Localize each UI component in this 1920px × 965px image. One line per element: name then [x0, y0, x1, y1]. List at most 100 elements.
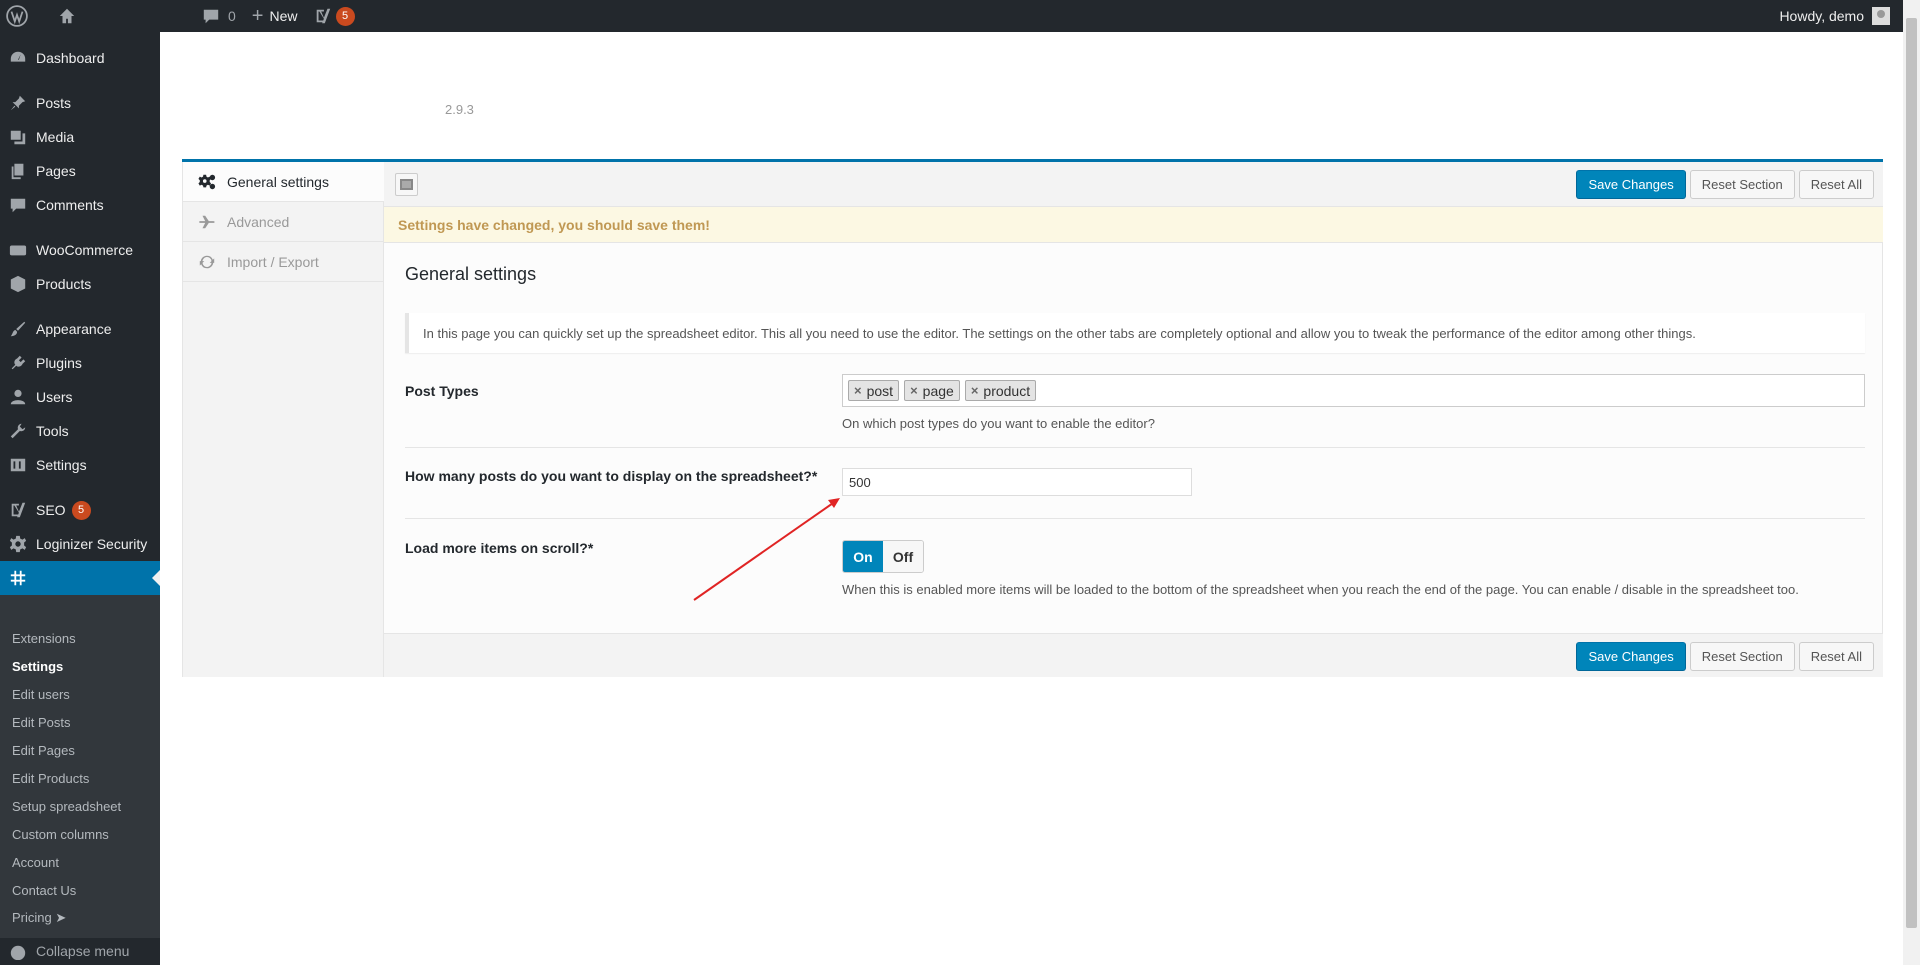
- scrollbar-thumb[interactable]: [1906, 18, 1917, 928]
- tab-label: Import / Export: [227, 253, 319, 270]
- load-more-row: Load more items on scroll?* On Off When …: [405, 519, 1865, 619]
- seo-count-badge: 5: [71, 500, 91, 520]
- settings-main: Save Changes Reset Section Reset All Set…: [384, 162, 1883, 677]
- tag-post[interactable]: × post: [848, 380, 900, 401]
- gear-icon: [8, 534, 28, 554]
- reset-section-button[interactable]: Reset Section: [1689, 170, 1795, 199]
- menu-item-media[interactable]: Media: [0, 120, 160, 154]
- dashboard-gauge-icon: [8, 48, 28, 68]
- menu-item-spreadsheet-plugin[interactable]: [0, 561, 160, 595]
- menu-item-loginizer[interactable]: Loginizer Security: [0, 527, 160, 561]
- menu-label: Collapse menu: [36, 943, 130, 959]
- page-scrollbar[interactable]: [1903, 0, 1920, 965]
- comment-bubble-icon: [8, 195, 28, 215]
- remove-tag-icon[interactable]: ×: [910, 383, 918, 398]
- submenu-edit-users[interactable]: Edit users: [0, 680, 160, 708]
- comments-button[interactable]: 0: [194, 0, 244, 32]
- menu-item-comments[interactable]: Comments: [0, 188, 160, 222]
- avatar: [1872, 7, 1890, 25]
- yoast-seo-icon: [8, 500, 28, 520]
- submenu-settings[interactable]: Settings: [0, 652, 160, 680]
- description-text: In this page you can quickly set up the …: [423, 325, 1696, 341]
- menu-label: Dashboard: [36, 50, 105, 66]
- seo-toolbar-button[interactable]: 5: [306, 0, 363, 32]
- media-icon: [8, 127, 28, 147]
- submenu-edit-posts[interactable]: Edit Posts: [0, 708, 160, 736]
- tab-label: General settings: [227, 173, 329, 190]
- settings-header: 2.9.3: [182, 32, 1883, 162]
- wordpress-logo-button[interactable]: [0, 0, 36, 32]
- settings-panel: General settings Advanced Import / Expor…: [182, 162, 1883, 677]
- tag-page[interactable]: × page: [904, 380, 960, 401]
- expand-options-button[interactable]: [395, 173, 418, 196]
- posts-count-input[interactable]: [842, 468, 1192, 496]
- plus-icon: +: [251, 5, 264, 27]
- submenu-custom-columns[interactable]: Custom columns: [0, 820, 160, 848]
- menu-label: Users: [36, 389, 73, 405]
- toggle-off-option[interactable]: Off: [883, 541, 923, 572]
- cogs-icon: [197, 172, 217, 192]
- submenu-edit-products[interactable]: Edit Products: [0, 764, 160, 792]
- new-content-button[interactable]: + New: [244, 0, 306, 32]
- menu-item-posts[interactable]: Posts: [0, 86, 160, 120]
- menu-item-products[interactable]: Products: [0, 267, 160, 301]
- tab-advanced[interactable]: Advanced: [183, 202, 383, 242]
- remove-tag-icon[interactable]: ×: [854, 383, 862, 398]
- submenu-pricing[interactable]: Pricing ➤: [0, 904, 160, 932]
- menu-item-dashboard[interactable]: Dashboard: [0, 41, 160, 75]
- comment-bubble-icon: [203, 9, 219, 24]
- reset-all-button[interactable]: Reset All: [1798, 642, 1874, 671]
- settings-tabs: General settings Advanced Import / Expor…: [183, 162, 384, 677]
- menu-label: Media: [36, 129, 75, 145]
- howdy-text: Howdy, demo: [1779, 8, 1864, 24]
- user-account-button[interactable]: Howdy, demo: [1779, 0, 1890, 32]
- menu-item-appearance[interactable]: Appearance: [0, 312, 160, 346]
- posts-count-row: How many posts do you want to display on…: [405, 448, 1865, 519]
- archive-box-icon: [8, 274, 28, 294]
- submenu-contact-us[interactable]: Contact Us: [0, 876, 160, 904]
- menu-label: WooCommerce: [36, 242, 133, 258]
- menu-item-pages[interactable]: Pages: [0, 154, 160, 188]
- admin-menu: Dashboard Posts Media Pages Comments Woo…: [0, 32, 160, 965]
- tag-product[interactable]: × product: [964, 380, 1037, 401]
- plugin-version: 2.9.3: [445, 102, 474, 117]
- menu-item-seo[interactable]: SEO 5: [0, 493, 160, 527]
- collapse-menu-button[interactable]: Collapse menu: [0, 938, 160, 960]
- site-home-button[interactable]: [50, 0, 84, 32]
- submenu-edit-pages[interactable]: Edit Pages: [0, 736, 160, 764]
- menu-item-users[interactable]: Users: [0, 380, 160, 414]
- load-more-label: Load more items on scroll?*: [405, 540, 594, 556]
- menu-item-woocommerce[interactable]: WooCommerce: [0, 233, 160, 267]
- woocommerce-icon: [8, 240, 28, 260]
- tab-import-export[interactable]: Import / Export: [183, 242, 383, 282]
- menu-item-tools[interactable]: Tools: [0, 414, 160, 448]
- settings-sliders-icon: [8, 455, 28, 475]
- menu-label: SEO: [36, 502, 66, 518]
- submenu-account[interactable]: Account: [0, 848, 160, 876]
- user-icon: [8, 387, 28, 407]
- load-more-hint: When this is enabled more items will be …: [842, 582, 1799, 597]
- bottom-toolbar: Save Changes Reset Section Reset All: [384, 633, 1883, 677]
- submenu-setup-spreadsheet[interactable]: Setup spreadsheet: [0, 792, 160, 820]
- remove-tag-icon[interactable]: ×: [971, 383, 979, 398]
- tab-general-settings[interactable]: General settings: [183, 162, 384, 202]
- seo-count-badge: 5: [335, 6, 355, 26]
- post-types-row: Post Types × post × page × product On which…: [405, 372, 1865, 448]
- plug-icon: [8, 353, 28, 373]
- post-types-select[interactable]: × post × page × product: [842, 374, 1865, 407]
- save-changes-button[interactable]: Save Changes: [1576, 642, 1686, 671]
- post-types-label: Post Types: [405, 383, 479, 399]
- submenu-extensions[interactable]: Extensions: [0, 624, 160, 652]
- reset-all-button[interactable]: Reset All: [1798, 170, 1874, 199]
- menu-item-settings[interactable]: Settings: [0, 448, 160, 482]
- load-more-toggle[interactable]: On Off: [842, 540, 924, 573]
- menu-label: Plugins: [36, 355, 82, 371]
- menu-item-plugins[interactable]: Plugins: [0, 346, 160, 380]
- posts-count-label: How many posts do you want to display on…: [405, 468, 818, 484]
- comments-count: 0: [228, 8, 236, 24]
- menu-label: Settings: [36, 457, 87, 473]
- save-changes-button[interactable]: Save Changes: [1576, 170, 1686, 199]
- reset-section-button[interactable]: Reset Section: [1689, 642, 1795, 671]
- menu-label: Pages: [36, 163, 76, 179]
- wordpress-icon: [6, 5, 28, 27]
